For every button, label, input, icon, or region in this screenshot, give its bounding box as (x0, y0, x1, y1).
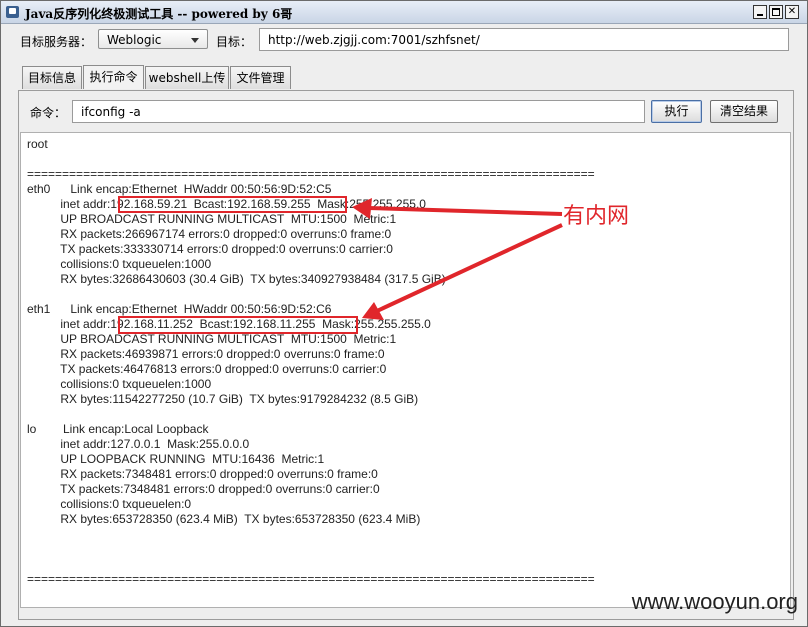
command-input[interactable] (72, 100, 645, 123)
target-url-input[interactable] (259, 28, 789, 51)
chevron-down-icon (191, 38, 199, 43)
tab-target-info[interactable]: 目标信息 (22, 66, 82, 89)
tab-file-manager[interactable]: 文件管理 (230, 66, 291, 89)
watermark: www.wooyun.org (631, 589, 798, 614)
minimize-icon[interactable] (753, 5, 767, 19)
tab-execute-command[interactable]: 执行命令 (83, 65, 144, 89)
clear-results-button[interactable]: 清空结果 (710, 100, 778, 123)
tab-webshell-upload[interactable]: webshell上传 (145, 66, 229, 89)
execute-button[interactable]: 执行 (651, 100, 702, 123)
java-cup-icon (6, 6, 19, 18)
highlight-box-eth0 (118, 196, 347, 213)
annotation-label: 有内网 (563, 204, 630, 229)
close-icon[interactable]: ✕ (785, 5, 799, 19)
server-select[interactable]: Weblogic (98, 29, 208, 49)
maximize-icon[interactable] (769, 5, 783, 19)
window-title: Java反序列化终极测试工具 -- powered by 6哥 (25, 7, 293, 21)
server-label: 目标服务器： (20, 35, 93, 49)
highlight-box-eth1 (118, 316, 358, 334)
target-label: 目标： (216, 35, 253, 49)
command-label: 命令： (30, 106, 67, 120)
title-bar: Java反序列化终极测试工具 -- powered by 6哥 ✕ (1, 1, 807, 24)
server-select-value: Weblogic (107, 33, 162, 47)
